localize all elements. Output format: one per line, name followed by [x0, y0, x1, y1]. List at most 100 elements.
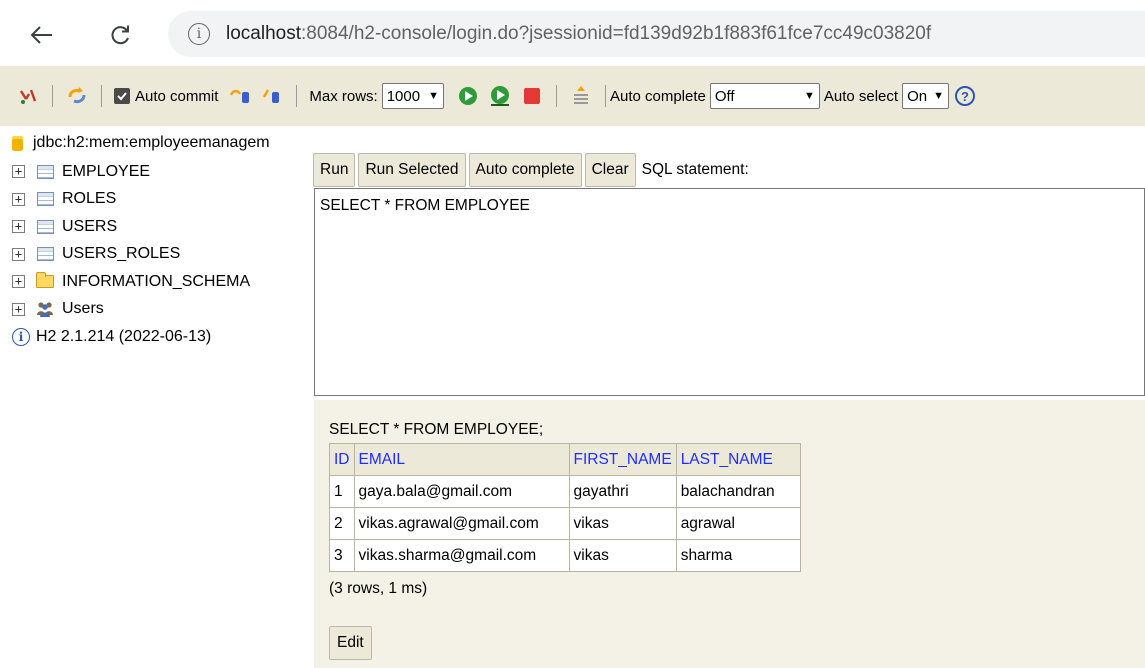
tree-item-label: USERS	[62, 217, 118, 235]
expand-icon[interactable]: +	[12, 302, 25, 316]
column-header-email[interactable]: EMAIL	[353, 443, 570, 476]
run-selected-button[interactable]: Run Selected	[358, 153, 466, 187]
help-icon[interactable]: ?	[954, 86, 975, 106]
chevron-down-icon: ▼	[428, 90, 439, 102]
tree-item-users-group[interactable]: + Users	[10, 296, 310, 324]
expand-icon[interactable]: +	[12, 192, 25, 206]
table-row: 1 gaya.bala@gmail.com gayathri balachand…	[329, 475, 801, 508]
toolbar-divider	[101, 85, 102, 107]
column-header-first-name[interactable]: FIRST_NAME	[568, 443, 677, 476]
connection-label: jdbc:h2:mem:employeemanagem	[33, 134, 270, 151]
table-row: 3 vikas.sharma@gmail.com vikas sharma	[329, 539, 801, 572]
run-icon[interactable]	[456, 84, 480, 108]
chevron-down-icon: ▼	[803, 90, 815, 102]
cell-first-name: gayathri	[568, 475, 677, 508]
cell-id: 3	[329, 539, 355, 572]
refresh-icon[interactable]	[65, 84, 89, 108]
url-path: :8084/h2-console/login.do?jsessionid=fd1…	[301, 23, 932, 44]
toolbar-divider	[52, 85, 53, 107]
reload-icon	[111, 25, 129, 45]
max-rows-value: 1000	[386, 87, 421, 105]
url-host: localhost	[226, 23, 301, 44]
cell-email: vikas.sharma@gmail.com	[353, 539, 570, 572]
auto-commit-checkbox[interactable]	[114, 88, 130, 104]
cell-last-name: balachandran	[675, 475, 801, 508]
expand-icon[interactable]: +	[12, 247, 25, 261]
toolbar-divider	[296, 85, 298, 107]
tree-item-label: Users	[62, 300, 104, 318]
cell-last-name: sharma	[675, 539, 801, 572]
history-icon[interactable]	[569, 84, 593, 108]
edit-button[interactable]: Edit	[329, 626, 372, 660]
toolbar-divider	[555, 85, 557, 107]
rollback-icon[interactable]	[228, 84, 252, 108]
address-bar[interactable]: i localhost:8084/h2-console/login.do?jse…	[168, 11, 1145, 57]
tree-item-label: ROLES	[62, 190, 117, 208]
back-button[interactable]	[22, 15, 62, 55]
cell-first-name: vikas	[568, 539, 677, 572]
reload-button[interactable]	[100, 15, 140, 55]
back-arrow-icon	[30, 26, 52, 44]
table-icon	[36, 246, 54, 262]
sql-editor[interactable]: SELECT * FROM EMPLOYEE	[314, 188, 1145, 396]
checkmark-icon	[117, 92, 127, 101]
cell-first-name: vikas	[568, 507, 677, 540]
result-panel: SELECT * FROM EMPLOYEE; ID EMAIL FIRST_N…	[314, 400, 1145, 668]
commit-icon[interactable]	[260, 84, 284, 108]
folder-icon	[36, 272, 54, 290]
auto-select-select[interactable]: On ▼	[902, 83, 949, 109]
auto-complete-select[interactable]: Off ▼	[709, 83, 820, 109]
tree-version: i H2 2.1.214 (2022-06-13)	[10, 323, 310, 351]
table-icon	[36, 191, 54, 207]
cell-email: gaya.bala@gmail.com	[353, 475, 570, 508]
tree-item-label: USERS_ROLES	[62, 245, 181, 263]
auto-commit-label: Auto commit	[135, 87, 219, 105]
disconnect-icon[interactable]	[16, 84, 40, 108]
cell-last-name: agrawal	[675, 507, 801, 540]
auto-select-value: On	[907, 87, 928, 105]
tree-item-information-schema[interactable]: + INFORMATION_SCHEMA	[10, 268, 310, 296]
column-header-id[interactable]: ID	[329, 443, 355, 476]
h2-toolbar: Auto commit Max rows: 1000 ▼ Auto comple…	[0, 66, 1145, 126]
table-header-row: ID EMAIL FIRST_NAME LAST_NAME	[329, 443, 801, 476]
tree-item-label: INFORMATION_SCHEMA	[62, 272, 251, 290]
expand-icon[interactable]: +	[12, 275, 25, 289]
max-rows-select[interactable]: 1000 ▼	[381, 83, 444, 109]
tree-item-users[interactable]: + USERS	[10, 213, 310, 241]
cell-id: 1	[329, 475, 355, 508]
clear-button[interactable]: Clear	[584, 153, 636, 187]
toolbar-divider	[604, 85, 606, 107]
auto-complete-label: Auto complete	[609, 87, 706, 105]
result-table: ID EMAIL FIRST_NAME LAST_NAME 1 gaya.bal…	[329, 443, 801, 572]
table-icon	[36, 219, 54, 235]
max-rows-label: Max rows:	[309, 87, 378, 105]
tree-item-users-roles[interactable]: + USERS_ROLES	[10, 241, 310, 269]
run-button[interactable]: Run	[313, 153, 356, 187]
database-icon	[12, 135, 23, 151]
tree-item-employee[interactable]: + EMPLOYEE	[10, 158, 310, 186]
sql-text: SELECT * FROM EMPLOYEE	[320, 197, 530, 214]
info-icon[interactable]: i	[188, 23, 210, 45]
version-label: H2 2.1.214 (2022-06-13)	[36, 327, 212, 345]
tree-connection[interactable]: jdbc:h2:mem:employeemanagem	[10, 128, 310, 158]
result-count: (3 rows, 1 ms)	[329, 580, 428, 597]
auto-select-label: Auto select	[823, 87, 899, 105]
cell-id: 2	[329, 507, 355, 540]
auto-complete-button[interactable]: Auto complete	[468, 153, 582, 187]
table-icon	[36, 164, 54, 180]
tree-item-roles[interactable]: + ROLES	[10, 186, 310, 214]
stop-icon[interactable]	[520, 84, 544, 108]
info-icon: i	[12, 327, 30, 346]
schema-tree: jdbc:h2:mem:employeemanagem + EMPLOYEE +…	[10, 128, 310, 351]
column-header-last-name[interactable]: LAST_NAME	[675, 443, 801, 476]
expand-icon[interactable]: +	[12, 220, 25, 234]
chevron-down-icon: ▼	[933, 90, 944, 102]
query-toolbar: Run Run Selected Auto complete Clear SQL…	[313, 153, 749, 187]
run-selected-icon[interactable]	[488, 84, 512, 108]
cell-email: vikas.agrawal@gmail.com	[353, 507, 570, 540]
browser-bar: i localhost:8084/h2-console/login.do?jse…	[0, 0, 1145, 66]
users-icon	[36, 301, 54, 318]
result-sql: SELECT * FROM EMPLOYEE;	[329, 421, 544, 438]
expand-icon[interactable]: +	[12, 165, 25, 179]
tree-item-label: EMPLOYEE	[62, 162, 151, 180]
